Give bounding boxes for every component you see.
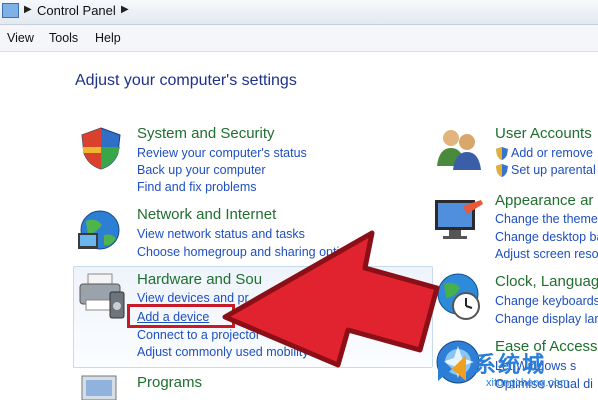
watermark: 系统城 xitongcheng.com [434, 347, 594, 397]
watermark-logo-icon [438, 355, 466, 381]
watermark-text: 系统城 [474, 352, 547, 377]
watermark-url: xitongcheng.com [486, 377, 570, 389]
red-arrow-annotation [222, 230, 440, 368]
